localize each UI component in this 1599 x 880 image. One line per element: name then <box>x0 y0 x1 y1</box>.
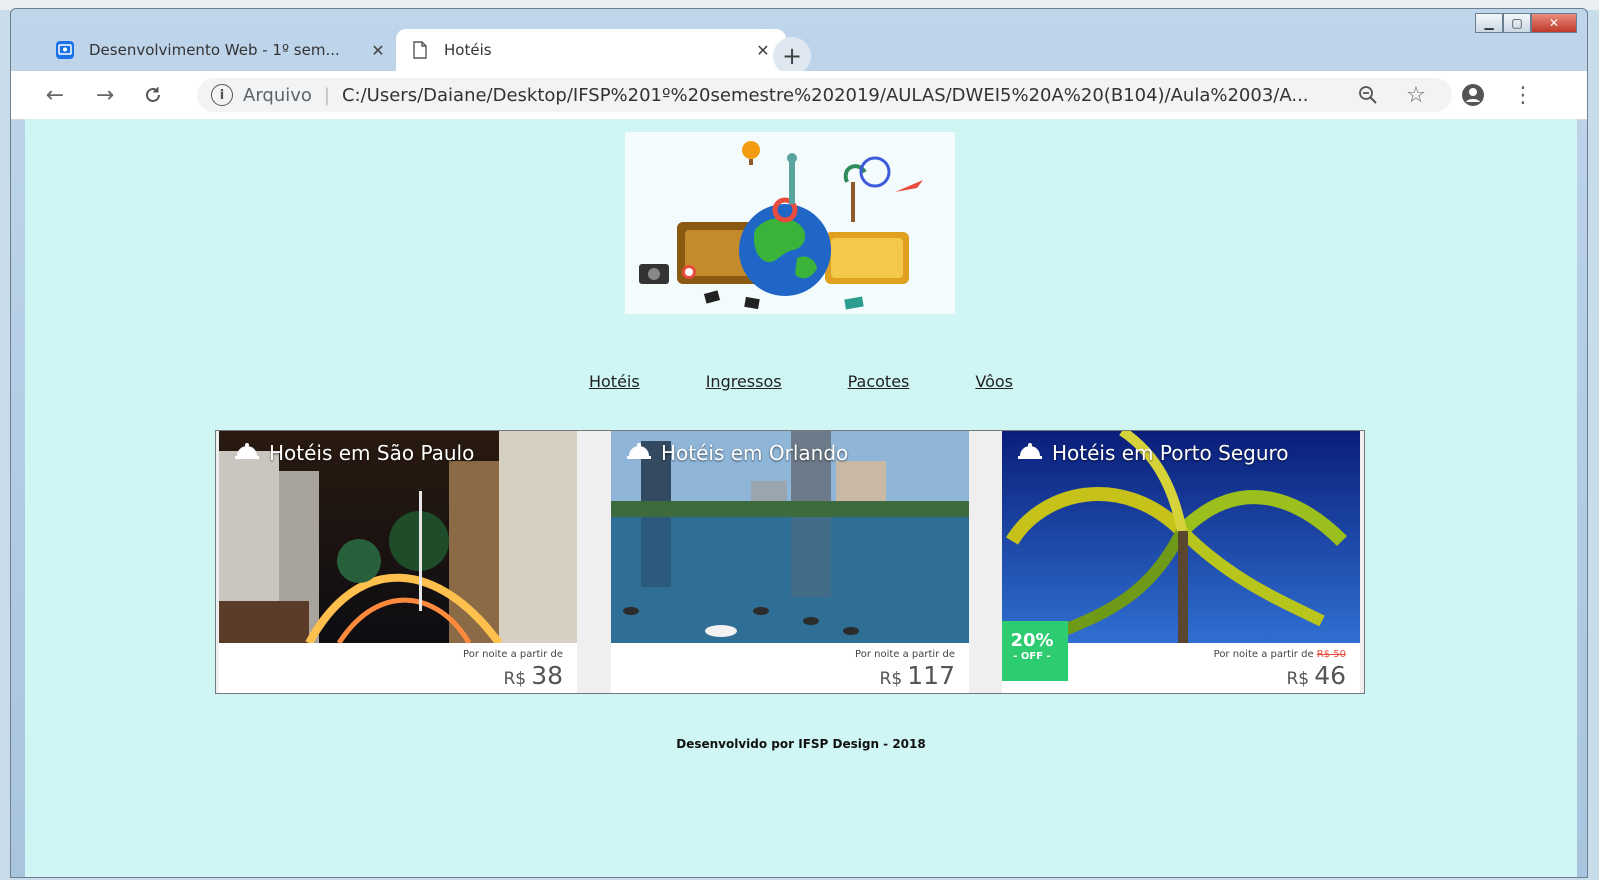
currency: R$ <box>1286 669 1310 689</box>
tab-desenvolvimento-web[interactable]: Desenvolvimento Web - 1º sem... ✕ <box>41 29 401 71</box>
hotel-card-porto-seguro[interactable]: Hotéis em Porto Seguro 20% - OFF - Por n… <box>1002 431 1360 693</box>
hotel-card-sao-paulo[interactable]: Hotéis em São Paulo Por noite a partir d… <box>219 431 577 693</box>
tab-title: Hotéis <box>444 41 492 59</box>
discount-off-label: - OFF - <box>1013 651 1051 662</box>
browser-window: ▁ ▢ ✕ Desenvolvimento Web - 1º sem... ✕ … <box>10 8 1588 878</box>
room-service-bell-icon <box>1018 441 1042 465</box>
price-from-label: Por noite a partir de R$ 50 <box>1214 649 1346 660</box>
card-title: Hotéis em São Paulo <box>235 441 474 465</box>
price-value: 117 <box>907 661 955 690</box>
menu-link-ingressos[interactable]: Ingressos <box>706 372 782 391</box>
currency: R$ <box>503 669 527 689</box>
page-viewport: Hotéis Ingressos Pacotes Vôos Hotéis em … <box>25 119 1577 877</box>
address-bar[interactable]: i Arquivo | C:/Users/Daiane/Desktop/IFSP… <box>197 78 1452 112</box>
back-arrow-icon[interactable]: ← <box>41 81 69 109</box>
room-service-bell-icon <box>235 441 259 465</box>
main-menu: Hotéis Ingressos Pacotes Vôos <box>25 372 1577 391</box>
hotel-card-orlando[interactable]: Hotéis em Orlando Por noite a partir de … <box>611 431 969 693</box>
menu-link-pacotes[interactable]: Pacotes <box>848 372 910 391</box>
price-from-label: Por noite a partir de <box>855 649 955 660</box>
card-title: Hotéis em Orlando <box>627 441 848 465</box>
tab-hoteis[interactable]: Hotéis ✕ <box>396 29 786 71</box>
price-from-text: Por noite a partir de <box>1213 649 1314 660</box>
hotel-cards: Hotéis em São Paulo Por noite a partir d… <box>215 430 1365 694</box>
menu-dots-icon[interactable]: ⋮ <box>1509 81 1537 109</box>
zoom-icon[interactable] <box>1354 81 1382 109</box>
account-icon[interactable] <box>1459 81 1487 109</box>
travel-logo-image <box>625 132 955 314</box>
currency: R$ <box>879 669 903 689</box>
separator: | <box>323 84 330 106</box>
document-icon <box>410 40 430 60</box>
price: R$ 117 <box>880 661 955 690</box>
menu-link-voos[interactable]: Vôos <box>975 372 1013 391</box>
tab-bar: Desenvolvimento Web - 1º sem... ✕ Hotéis… <box>11 25 1587 75</box>
price-value: 38 <box>531 661 563 690</box>
card-title-text: Hotéis em Porto Seguro <box>1052 441 1289 465</box>
url-text: C:/Users/Daiane/Desktop/IFSP%201º%20seme… <box>341 84 1309 106</box>
info-icon[interactable]: i <box>211 84 233 106</box>
card-title-text: Hotéis em Orlando <box>661 441 849 465</box>
tab-close-icon[interactable]: ✕ <box>754 41 772 60</box>
card-title: Hotéis em Porto Seguro <box>1018 441 1289 465</box>
room-service-bell-icon <box>627 441 651 465</box>
footer-text: Desenvolvido por IFSP Design - 2018 <box>676 737 926 751</box>
old-price: R$ 50 <box>1316 649 1346 660</box>
browser-toolbar: ← → i Arquivo | C:/Users/Daiane/Desktop/… <box>11 71 1587 120</box>
new-tab-button[interactable]: + <box>773 37 811 75</box>
discount-badge: 20% - OFF - <box>1002 621 1068 681</box>
menu-link-hoteis[interactable]: Hotéis <box>589 372 640 391</box>
price-from-label: Por noite a partir de <box>463 649 563 660</box>
price: R$ 46 <box>1286 661 1346 690</box>
tab-close-icon[interactable]: ✕ <box>369 41 387 60</box>
card-title-text: Hotéis em São Paulo <box>269 441 475 465</box>
bookmark-star-icon[interactable]: ☆ <box>1402 81 1430 109</box>
classroom-icon <box>55 40 75 60</box>
discount-percent: 20% <box>1010 630 1054 651</box>
price-value: 46 <box>1314 661 1346 690</box>
price: R$ 38 <box>503 661 563 690</box>
reload-icon[interactable] <box>139 81 167 109</box>
tab-title: Desenvolvimento Web - 1º sem... <box>89 41 340 59</box>
scheme-label: Arquivo <box>243 84 312 106</box>
forward-arrow-icon[interactable]: → <box>91 81 119 109</box>
